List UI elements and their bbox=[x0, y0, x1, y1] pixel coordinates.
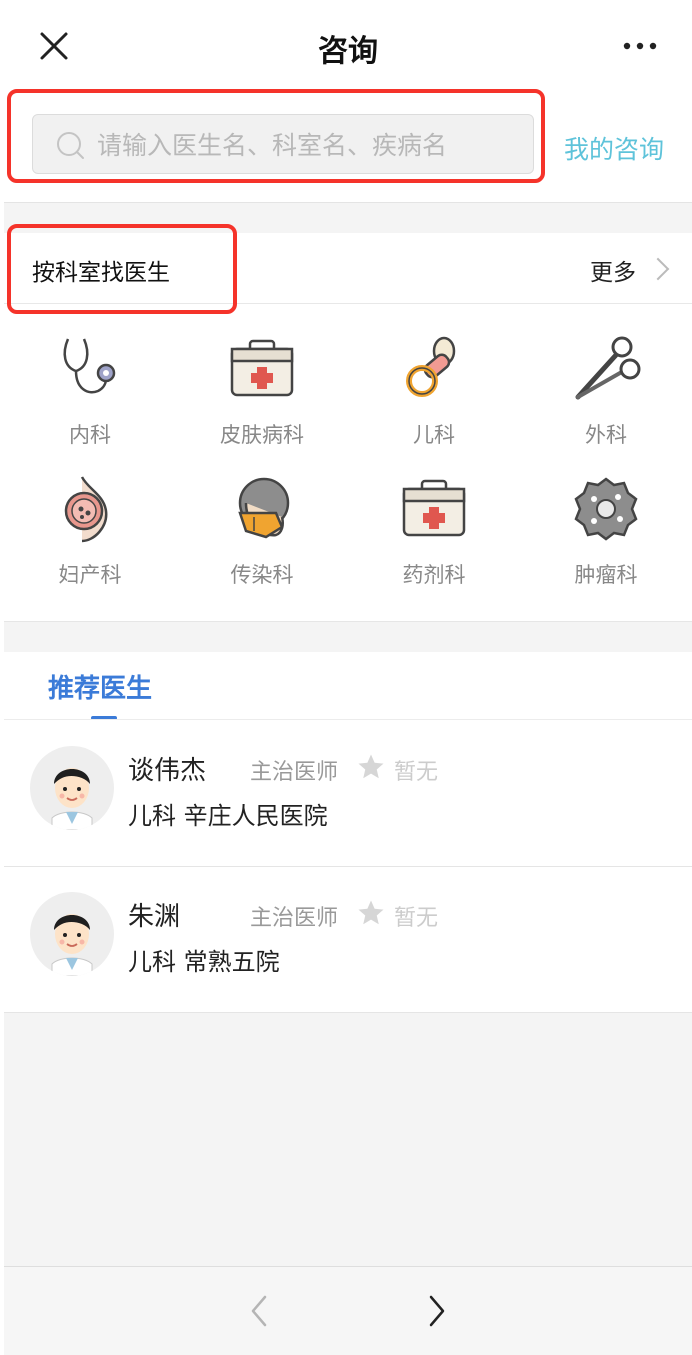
page-title: 咨询 bbox=[318, 34, 378, 69]
avatar bbox=[30, 746, 114, 830]
bottom-navigation bbox=[4, 1266, 692, 1355]
doctor-card[interactable]: 谈伟杰 主治医师 暂无 儿科 辛庄人民医院 bbox=[4, 720, 692, 867]
department-label: 内科 bbox=[69, 423, 111, 447]
department-label: 外科 bbox=[585, 423, 627, 447]
my-consult-link[interactable]: 我的咨询 bbox=[564, 130, 664, 166]
department-item-internal[interactable]: 内科 bbox=[4, 313, 176, 453]
doctor-department-hospital: 儿科 常熟五院 bbox=[128, 948, 280, 976]
screen: 咨询 我的咨询 按科室找医生 更多 bbox=[4, 0, 692, 1355]
more-departments-link[interactable]: 更多 bbox=[590, 253, 670, 287]
star-icon bbox=[358, 900, 384, 925]
doctor-rating: 暂无 bbox=[394, 906, 439, 931]
pregnancy-icon bbox=[64, 476, 108, 543]
scissors-icon bbox=[575, 336, 641, 400]
department-item-obstetrics[interactable]: 妇产科 bbox=[4, 453, 176, 593]
doctor-rank: 主治医师 bbox=[250, 906, 339, 931]
department-item-oncology[interactable]: 肿瘤科 bbox=[520, 453, 692, 593]
star-icon bbox=[358, 754, 384, 779]
pacifier-icon bbox=[406, 336, 456, 397]
doctor-department-hospital: 儿科 辛庄人民医院 bbox=[128, 802, 328, 830]
department-label: 皮肤病科 bbox=[220, 423, 304, 447]
stethoscope-icon bbox=[63, 338, 116, 394]
department-label: 妇产科 bbox=[58, 563, 122, 587]
doctor-card[interactable]: 朱渊 主治医师 暂无 儿科 常熟五院 bbox=[4, 866, 692, 1013]
highlight-box-search bbox=[7, 89, 545, 183]
chevron-right-icon bbox=[646, 257, 670, 281]
more-dots-icon[interactable] bbox=[622, 38, 658, 54]
department-label: 传染科 bbox=[230, 563, 294, 587]
doctor-rating: 暂无 bbox=[394, 760, 439, 785]
recommended-doctors-section: 推荐医生 谈伟杰 主治医师 暂无 儿科 辛庄人民医院 朱渊 主治医师 暂无 儿科… bbox=[4, 652, 692, 1013]
more-label: 更多 bbox=[590, 260, 636, 286]
doctor-rank: 主治医师 bbox=[250, 760, 339, 785]
tab-recommended-doctors[interactable]: 推荐医生 bbox=[48, 668, 152, 705]
face-mask-icon bbox=[238, 477, 290, 539]
department-label: 药剂科 bbox=[402, 563, 466, 587]
medicine-box-icon bbox=[402, 479, 466, 537]
doctor-name: 朱渊 bbox=[128, 902, 181, 932]
tumor-cell-icon bbox=[574, 477, 638, 541]
department-label: 儿科 bbox=[413, 423, 455, 447]
top-bar: 咨询 bbox=[4, 0, 692, 92]
medical-kit-icon bbox=[230, 339, 294, 397]
chevron-left-icon[interactable] bbox=[242, 1293, 278, 1329]
chevron-right-icon[interactable] bbox=[418, 1293, 454, 1329]
doctor-avatar-icon bbox=[51, 914, 93, 976]
avatar bbox=[30, 892, 114, 976]
department-item-pharmacy[interactable]: 药剂科 bbox=[348, 453, 520, 593]
highlight-box-department-title bbox=[7, 224, 237, 314]
department-item-pediatrics[interactable]: 儿科 bbox=[348, 313, 520, 453]
doctor-name: 谈伟杰 bbox=[128, 756, 207, 786]
department-item-surgery[interactable]: 外科 bbox=[520, 313, 692, 453]
department-label: 肿瘤科 bbox=[574, 563, 638, 587]
department-item-dermatology[interactable]: 皮肤病科 bbox=[176, 313, 348, 453]
doctor-avatar-icon bbox=[51, 768, 93, 830]
department-item-infectious[interactable]: 传染科 bbox=[176, 453, 348, 593]
